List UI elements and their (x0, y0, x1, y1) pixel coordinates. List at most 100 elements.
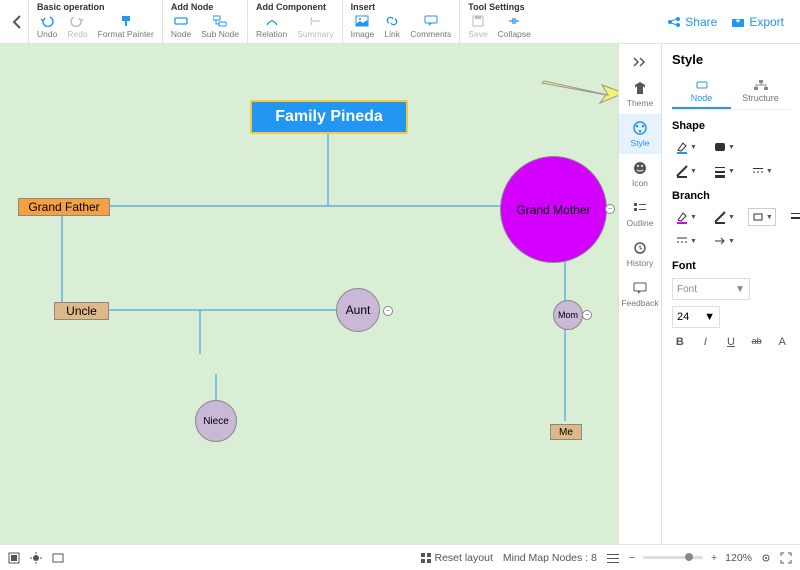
comments-icon (423, 14, 439, 28)
rail-theme[interactable]: Theme (619, 74, 661, 114)
style-icon (631, 120, 649, 136)
branch-color-picker[interactable]: ▼ (672, 208, 700, 226)
insert-image-button[interactable]: Image (351, 14, 375, 39)
node-mom[interactable]: Mom (553, 300, 583, 330)
branch-width[interactable]: ▼ (786, 208, 800, 226)
group-insert: Insert Image Link Comments (342, 0, 460, 43)
insert-link-button[interactable]: Link (384, 14, 400, 39)
rail-icon[interactable]: Icon (619, 154, 661, 194)
panel-title: Style (672, 52, 790, 67)
font-strike[interactable]: ab (749, 336, 765, 348)
section-font: Font (672, 260, 790, 272)
node-aunt[interactable]: Aunt (336, 288, 380, 332)
border-color-picker[interactable]: ▼ (672, 162, 700, 180)
border-width-picker[interactable]: ▼ (710, 162, 738, 180)
rail-style[interactable]: Style (619, 114, 661, 154)
top-toolbar: Basic operation Undo Redo Format Painter… (0, 0, 800, 44)
branch-endpoint[interactable]: ▼ (748, 208, 776, 226)
image-icon (354, 14, 370, 28)
zoom-level: 120% (725, 552, 752, 564)
subnode-icon (212, 14, 228, 28)
share-button[interactable]: Share (667, 15, 717, 29)
redo-icon (69, 14, 85, 28)
font-bold[interactable]: B (672, 336, 688, 348)
format-painter-icon (118, 14, 134, 28)
add-node-button[interactable]: Node (171, 14, 191, 39)
node-root[interactable]: Family Pineda (250, 100, 408, 134)
group-add-node: Add Node Node Sub Node (162, 0, 247, 43)
branch-style[interactable]: ▼ (672, 232, 700, 250)
group-title: Insert (351, 2, 452, 12)
node-uncle[interactable]: Uncle (54, 302, 109, 320)
undo-button[interactable]: Undo (37, 14, 57, 39)
zoom-slider[interactable] (643, 556, 703, 559)
group-add-component: Add Component Relation Summary (247, 0, 342, 43)
border-style-picker[interactable]: ▼ (748, 162, 776, 180)
collapse-panel-button[interactable] (619, 50, 661, 74)
history-icon (631, 240, 649, 256)
node-niece[interactable]: Niece (195, 400, 237, 442)
node-icon (173, 14, 189, 28)
zoom-in-button[interactable]: + (711, 552, 717, 564)
shape-picker[interactable]: ▼ (710, 138, 738, 156)
add-subnode-button[interactable]: Sub Node (201, 14, 239, 39)
tab-node[interactable]: Node (672, 75, 731, 109)
collapse-button[interactable]: Collapse (498, 14, 531, 39)
group-basic-operation: Basic operation Undo Redo Format Painter (28, 0, 162, 43)
rail-feedback[interactable]: Feedback (619, 274, 661, 314)
format-painter-button[interactable]: Format Painter (98, 14, 154, 39)
mind-map-canvas[interactable]: Family Pineda Grand Father Grand Mother … (0, 44, 618, 544)
section-shape: Shape (672, 120, 790, 132)
toggle-mom[interactable]: − (582, 310, 592, 320)
toggle-grandmother[interactable]: − (605, 204, 615, 214)
section-branch: Branch (672, 190, 790, 202)
group-tool-settings: Tool Settings Save Collapse (459, 0, 538, 43)
branch-line-color[interactable]: ▼ (710, 208, 738, 226)
nodes-list-button[interactable] (607, 553, 619, 563)
side-rail: Theme Style Icon Outline History Feedbac… (618, 44, 662, 544)
branch-arrow[interactable]: ▼ (710, 232, 738, 250)
rail-history[interactable]: History (619, 234, 661, 274)
brightness-button[interactable] (30, 552, 42, 564)
font-underline[interactable]: U (723, 336, 739, 348)
tab-structure[interactable]: Structure (731, 75, 790, 109)
link-icon (384, 14, 400, 28)
export-button[interactable]: Export (731, 15, 784, 29)
summary-button[interactable]: Summary (297, 14, 333, 39)
save-button[interactable]: Save (468, 14, 487, 39)
toggle-aunt[interactable]: − (383, 306, 393, 316)
back-button[interactable] (6, 0, 28, 43)
node-tab-icon (694, 79, 710, 91)
bottom-bar: Reset layout Mind Map Nodes : 8 − + 120% (0, 544, 800, 570)
reset-layout-button[interactable]: Reset layout (420, 552, 493, 564)
nodes-count-label: Mind Map Nodes : 8 (503, 552, 597, 564)
relation-button[interactable]: Relation (256, 14, 287, 39)
font-family-select[interactable]: Font▼ (672, 278, 750, 300)
export-icon (731, 16, 745, 28)
group-title: Add Node (171, 2, 239, 12)
view-button[interactable] (52, 552, 64, 564)
outline-icon (631, 200, 649, 216)
group-title: Basic operation (37, 2, 154, 12)
collapse-icon (506, 14, 522, 28)
group-title: Add Component (256, 2, 334, 12)
font-italic[interactable]: I (698, 336, 714, 348)
zoom-out-button[interactable]: − (629, 552, 635, 564)
node-grandfather[interactable]: Grand Father (18, 198, 110, 216)
rail-outline[interactable]: Outline (619, 194, 661, 234)
relation-icon (264, 14, 280, 28)
fullscreen-button[interactable] (780, 552, 792, 564)
summary-icon (307, 14, 323, 28)
layers-button[interactable] (8, 552, 20, 564)
insert-comments-button[interactable]: Comments (410, 14, 451, 39)
fit-button[interactable] (760, 552, 772, 564)
redo-button[interactable]: Redo (67, 14, 87, 39)
share-icon (667, 16, 681, 28)
panel-tabs: Node Structure (672, 75, 790, 110)
node-me[interactable]: Me (550, 424, 582, 440)
node-grandmother[interactable]: Grand Mother (500, 156, 607, 263)
fill-color-picker[interactable]: ▼ (672, 138, 700, 156)
font-color[interactable]: A (774, 336, 790, 348)
font-size-select[interactable]: 24▼ (672, 306, 720, 328)
theme-icon (631, 80, 649, 96)
